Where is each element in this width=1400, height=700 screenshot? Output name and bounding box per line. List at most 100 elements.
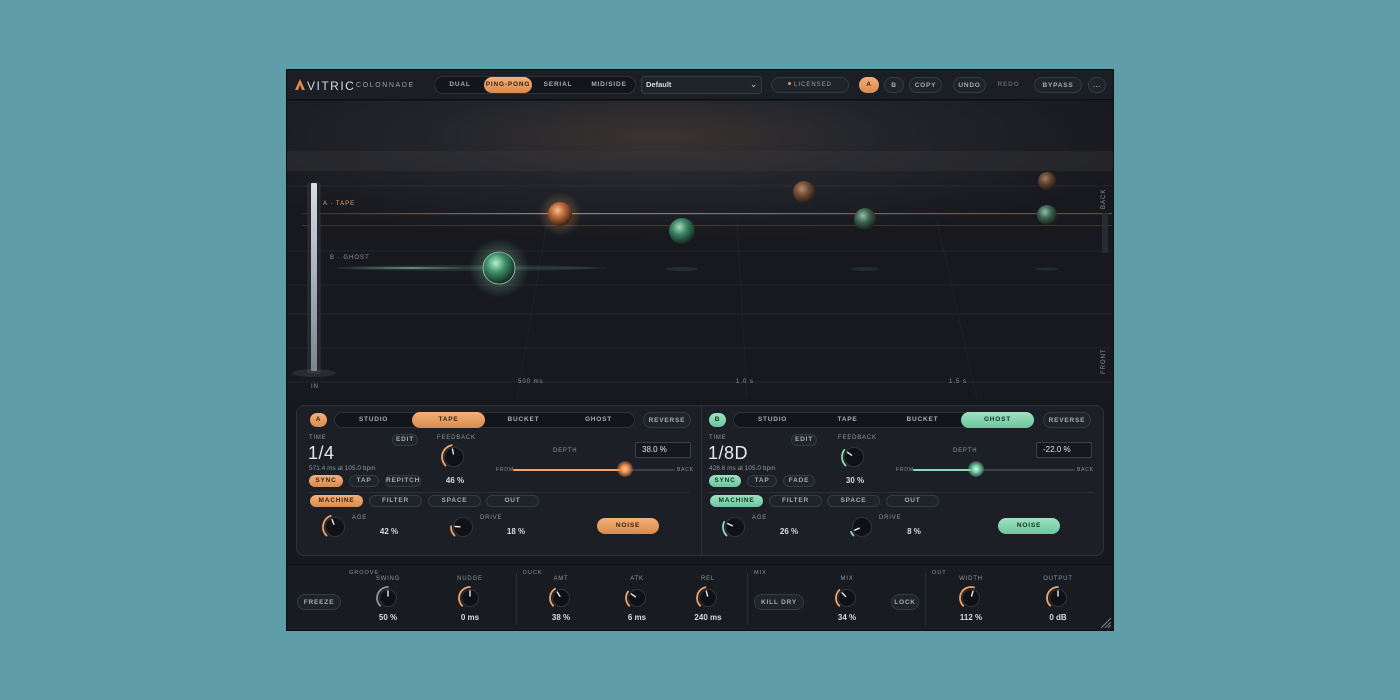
input-label: IN [311, 384, 319, 390]
echo-b-orb[interactable] [854, 208, 876, 230]
delay-b-depth-handle[interactable] [968, 461, 985, 477]
delay-a-reverse-button[interactable]: REVERSE [643, 412, 691, 428]
routing-mid-side-button[interactable]: MID/SIDE [584, 77, 634, 93]
delay-b-time-value[interactable]: 1/8D [708, 443, 748, 464]
feedback-label: FEEDBACK [838, 435, 877, 441]
delay-a-panel: A STUDIO TAPE BUCKET GHOST REVERSE TIME … [297, 406, 701, 557]
mode-studio-button[interactable]: STUDIO [337, 412, 410, 428]
routing-ping-pong-button[interactable]: PING-PONG [484, 77, 532, 93]
echo-a-orb[interactable] [548, 202, 572, 226]
delay-a-age-knob[interactable] [321, 513, 349, 541]
brand-name: VITRIC [307, 79, 356, 93]
delay-b-drive-value: 8 % [907, 527, 921, 536]
delay-a-drive-value: 18 % [506, 527, 526, 536]
visualizer-canvas [287, 151, 1113, 399]
undo-button[interactable]: UNDO [953, 77, 986, 93]
delay-a-filter-tab[interactable]: FILTER [369, 495, 422, 507]
delay-a-repitch-button[interactable]: REPITCH [385, 475, 421, 487]
ab-b-button[interactable]: B [884, 77, 904, 93]
depth-label: DEPTH [553, 448, 578, 454]
delay-b-sync-button[interactable]: SYNC [709, 475, 741, 487]
delay-b-reverse-button[interactable]: REVERSE [1043, 412, 1091, 428]
delay-a-time-value[interactable]: 1/4 [308, 443, 335, 464]
delay-panels: A STUDIO TAPE BUCKET GHOST REVERSE TIME … [296, 405, 1105, 557]
ab-a-button[interactable]: A [859, 77, 879, 93]
plugin-window: VITRIC COLONNADE DUAL PING-PONG SERIAL M… [287, 70, 1113, 630]
delay-visualizer[interactable]: A · TAPE B · GHOST IN 500 ms 1.0 s 1.5 s… [287, 101, 1113, 399]
echo-a-orb[interactable] [793, 181, 815, 203]
routing-dual-button[interactable]: DUAL [437, 77, 483, 93]
routing-selector: DUAL PING-PONG SERIAL MID/SIDE [434, 76, 636, 94]
duck-amt-knob[interactable] [548, 585, 574, 611]
delay-b-age-knob[interactable] [721, 513, 749, 541]
delay-a-edit-button[interactable]: EDIT [392, 434, 418, 446]
mix-knob[interactable] [834, 585, 860, 611]
delay-a-noise-button[interactable]: NOISE [597, 518, 659, 534]
delay-b-mode-selector: STUDIO TAPE BUCKET GHOST [733, 412, 1034, 428]
mode-bucket-button[interactable]: BUCKET [487, 412, 560, 428]
drive-label: DRIVE [879, 515, 902, 521]
routing-serial-button[interactable]: SERIAL [534, 77, 582, 93]
delay-b-depth-input[interactable]: -22.0 % [1036, 442, 1092, 458]
kill-dry-button[interactable]: KILL DRY [754, 594, 804, 610]
swing-value: 50 % [378, 613, 398, 622]
bypass-button[interactable]: BYPASS [1034, 77, 1082, 93]
delay-b-drive-knob[interactable] [848, 513, 876, 541]
delay-a-out-tab[interactable]: OUT [486, 495, 539, 507]
front-axis-label: FRONT [1101, 348, 1107, 374]
output-knob[interactable] [1045, 585, 1071, 611]
echo-b-orb[interactable] [669, 218, 695, 244]
delay-a-badge[interactable]: A [310, 413, 327, 427]
delay-a-machine-tab[interactable]: MACHINE [310, 495, 363, 507]
delay-a-tap-button[interactable]: TAP [349, 475, 379, 487]
delay-b-fade-button[interactable]: FADE [783, 475, 815, 487]
preset-name: Default [646, 80, 672, 89]
delay-b-machine-tab[interactable]: MACHINE [710, 495, 763, 507]
delay-b-feedback-knob[interactable] [840, 443, 868, 471]
echo-b-orb[interactable] [1037, 205, 1057, 225]
duck-rel-knob[interactable] [695, 585, 721, 611]
back-label: BACK [1077, 467, 1094, 473]
width-knob[interactable] [958, 585, 984, 611]
mode-ghost-button[interactable]: GHOST [562, 412, 635, 428]
resize-handle-icon[interactable] [1101, 618, 1111, 628]
mode-studio-button[interactable]: STUDIO [736, 412, 809, 428]
echo-a-orb[interactable] [1038, 172, 1056, 190]
mode-ghost-button[interactable]: GHOST [961, 412, 1034, 428]
time-tick-label: 500 ms [518, 379, 544, 385]
mode-tape-button[interactable]: TAPE [811, 412, 884, 428]
swing-knob[interactable] [375, 585, 401, 611]
delay-a-sync-button[interactable]: SYNC [309, 475, 343, 487]
freeze-button[interactable]: FREEZE [297, 594, 341, 610]
section-divider [709, 492, 1094, 493]
delay-b-out-tab[interactable]: OUT [886, 495, 939, 507]
output-label: OUTPUT [1043, 576, 1073, 582]
preset-select[interactable]: Default ⌄ [641, 76, 762, 94]
delay-a-space-tab[interactable]: SPACE [428, 495, 481, 507]
delay-a-drive-knob[interactable] [449, 513, 477, 541]
echo-b-orb[interactable] [482, 251, 516, 285]
lock-button[interactable]: LOCK [891, 594, 919, 610]
delay-b-tap-button[interactable]: TAP [747, 475, 777, 487]
license-label: LICENSED [793, 82, 832, 88]
output-value: 0 dB [1049, 613, 1067, 622]
copy-button[interactable]: COPY [909, 77, 942, 93]
delay-a-depth-input[interactable]: 38.0 % [635, 442, 691, 458]
duck-atk-knob[interactable] [624, 585, 650, 611]
amt-value: 38 % [551, 613, 571, 622]
mode-tape-button[interactable]: TAPE [412, 412, 485, 428]
delay-b-badge[interactable]: B [709, 413, 726, 427]
more-menu-button[interactable]: ... [1088, 77, 1106, 93]
delay-b-noise-button[interactable]: NOISE [998, 518, 1060, 534]
delay-b-edit-button[interactable]: EDIT [791, 434, 817, 446]
out-group-label: OUT [932, 570, 947, 576]
delay-a-depth-handle[interactable] [616, 461, 633, 477]
mode-bucket-button[interactable]: BUCKET [886, 412, 959, 428]
delay-b-panel: B STUDIO TAPE BUCKET GHOST REVERSE TIME … [701, 406, 1105, 557]
nudge-knob[interactable] [457, 585, 483, 611]
redo-button[interactable]: REDO [990, 77, 1027, 93]
delay-b-space-tab[interactable]: SPACE [827, 495, 880, 507]
time-tick-label: 1.5 s [949, 379, 968, 385]
delay-a-feedback-knob[interactable] [440, 443, 468, 471]
delay-b-filter-tab[interactable]: FILTER [769, 495, 822, 507]
